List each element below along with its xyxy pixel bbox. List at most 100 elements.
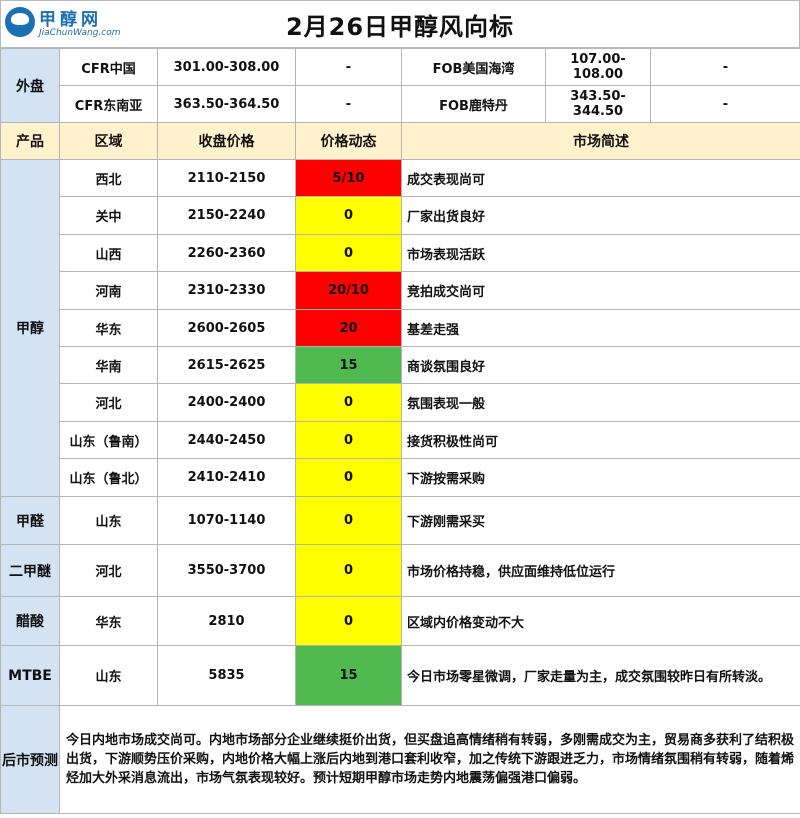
external-change: - (650, 85, 800, 123)
external-name: FOB鹿特丹 (401, 85, 546, 123)
region-cell: 山西 (59, 234, 158, 272)
methanol-row: 华东 2600-2605 20 基差走强 (1, 309, 800, 347)
price-cell: 2400-2400 (157, 383, 296, 422)
external-change: - (295, 48, 402, 86)
methanol-row: 河南 2310-2330 20/10 竞拍成交尚可 (1, 271, 800, 310)
region-cell: 山东 (59, 645, 158, 706)
desc-cell: 商谈氛围良好 (401, 346, 800, 384)
desc-cell: 成交表现尚可 (401, 159, 800, 197)
region-cell: 华东 (59, 596, 158, 646)
header-dynamic: 价格动态 (295, 122, 402, 160)
product-label: 甲醇 (0, 159, 60, 497)
external-price: 107.00-108.00 (545, 48, 651, 86)
methanol-row: 关中 2150-2240 0 厂家出货良好 (1, 196, 800, 235)
dynamic-cell: 20/10 (295, 271, 402, 310)
header-product: 产品 (0, 122, 60, 160)
desc-cell: 下游按需采购 (401, 458, 800, 497)
external-label: 外盘 (0, 48, 60, 123)
forecast-row: 后市预测 今日内地市场成交尚可。内地市场部分企业继续挺价出货，但买盘追高情绪稍有… (0, 705, 800, 814)
product-label: 醋酸 (0, 596, 60, 646)
dynamic-cell: 0 (295, 234, 402, 272)
dynamic-cell: 0 (295, 596, 402, 646)
external-name: CFR东南亚 (59, 85, 158, 123)
external-change: - (650, 48, 800, 86)
external-row: CFR东南亚 363.50-364.50 - FOB鹿特丹 343.50-344… (1, 85, 800, 123)
header-desc: 市场简述 (401, 122, 800, 160)
methanol-row: 山西 2260-2360 0 市场表现活跃 (1, 234, 800, 272)
price-cell: 5835 (157, 645, 296, 706)
region-cell: 河南 (59, 271, 158, 310)
dynamic-cell: 5/10 (295, 159, 402, 197)
price-cell: 2150-2240 (157, 196, 296, 235)
price-table: 外盘 CFR中国 301.00-308.00 - FOB美国海湾 107.00-… (0, 48, 800, 814)
region-cell: 山东（鲁北） (59, 458, 158, 497)
dynamic-cell: 0 (295, 383, 402, 422)
title-bar: 甲醇网 JiaChunWang.com 2月26日甲醇风向标 (0, 0, 800, 48)
desc-cell: 接货积极性尚可 (401, 421, 800, 459)
desc-cell: 市场表现活跃 (401, 234, 800, 272)
methanol-row: 河北 2400-2400 0 氛围表现一般 (1, 383, 800, 422)
price-cell: 3550-3700 (157, 544, 296, 597)
dynamic-cell: 20 (295, 309, 402, 347)
desc-cell: 区域内价格变动不大 (401, 596, 800, 646)
methanol-row: 山东（鲁南） 2440-2450 0 接货积极性尚可 (1, 421, 800, 459)
region-cell: 华南 (59, 346, 158, 384)
external-price: 343.50-344.50 (545, 85, 651, 123)
forecast-label: 后市预测 (0, 705, 60, 814)
region-cell: 河北 (59, 544, 158, 597)
dynamic-cell: 0 (295, 196, 402, 235)
product-label: MTBE (0, 645, 60, 706)
external-name: FOB美国海湾 (401, 48, 546, 86)
header-row: 产品 区域 收盘价格 价格动态 市场简述 (0, 122, 800, 160)
price-cell: 2310-2330 (157, 271, 296, 310)
methanol-section: 甲醇 西北 2110-2150 5/10 成交表现尚可 关中 2150-2240 0 厂家出货良… (0, 159, 800, 497)
price-cell: 2410-2410 (157, 458, 296, 497)
report-sheet: 甲醇网 JiaChunWang.com 2月26日甲醇风向标 外盘 CFR中国 … (0, 0, 800, 818)
region-cell: 关中 (59, 196, 158, 235)
desc-cell: 今日市场零星微调，厂家走量为主，成交氛围较昨日有所转淡。 (401, 645, 800, 706)
product-row: 二甲醚 河北 3550-3700 0 市场价格持稳，供应面维持低位运行 (0, 544, 800, 597)
dynamic-cell: 0 (295, 544, 402, 597)
region-cell: 山东（鲁南） (59, 421, 158, 459)
desc-cell: 基差走强 (401, 309, 800, 347)
header-price: 收盘价格 (157, 122, 296, 160)
page-title: 2月26日甲醇风向标 (285, 13, 515, 41)
desc-cell: 竞拍成交尚可 (401, 271, 800, 310)
product-label: 甲醛 (0, 496, 60, 545)
region-cell: 山东 (59, 496, 158, 545)
dynamic-cell: 15 (295, 645, 402, 706)
price-cell: 2440-2450 (157, 421, 296, 459)
region-cell: 河北 (59, 383, 158, 422)
header-region: 区域 (59, 122, 158, 160)
region-cell: 华东 (59, 309, 158, 347)
region-cell: 西北 (59, 159, 158, 197)
desc-cell: 下游刚需采买 (401, 496, 800, 545)
desc-cell: 氛围表现一般 (401, 383, 800, 422)
external-change: - (295, 85, 402, 123)
price-cell: 2615-2625 (157, 346, 296, 384)
dynamic-cell: 0 (295, 421, 402, 459)
price-cell: 2810 (157, 596, 296, 646)
product-row: 醋酸 华东 2810 0 区域内价格变动不大 (0, 596, 800, 646)
dynamic-cell: 0 (295, 496, 402, 545)
external-name: CFR中国 (59, 48, 158, 86)
external-price: 301.00-308.00 (157, 48, 296, 86)
product-label: 二甲醚 (0, 544, 60, 597)
price-cell: 2260-2360 (157, 234, 296, 272)
methanol-row: 华南 2615-2625 15 商谈氛围良好 (1, 346, 800, 384)
price-cell: 2110-2150 (157, 159, 296, 197)
forecast-text: 今日内地市场成交尚可。内地市场部分企业继续挺价出货，但买盘追高情绪稍有转弱，多刚… (59, 705, 800, 814)
product-row: 甲醛 山东 1070-1140 0 下游刚需采买 (0, 496, 800, 545)
external-price: 363.50-364.50 (157, 85, 296, 123)
desc-cell: 市场价格持稳，供应面维持低位运行 (401, 544, 800, 597)
desc-cell: 厂家出货良好 (401, 196, 800, 235)
dynamic-cell: 0 (295, 458, 402, 497)
others-section: 甲醛 山东 1070-1140 0 下游刚需采买 二甲醚 河北 3550-3700 0 市场价格持… (0, 496, 800, 706)
price-cell: 1070-1140 (157, 496, 296, 545)
methanol-row: 甲醇 西北 2110-2150 5/10 成交表现尚可 (0, 159, 800, 497)
product-row: MTBE 山东 5835 15 今日市场零星微调，厂家走量为主，成交氛围较昨日有所转淡。 (0, 645, 800, 706)
dynamic-cell: 15 (295, 346, 402, 384)
external-row: 外盘 CFR中国 301.00-308.00 - FOB美国海湾 107.00-… (0, 48, 800, 123)
price-cell: 2600-2605 (157, 309, 296, 347)
methanol-row: 山东（鲁北） 2410-2410 0 下游按需采购 (1, 458, 800, 497)
